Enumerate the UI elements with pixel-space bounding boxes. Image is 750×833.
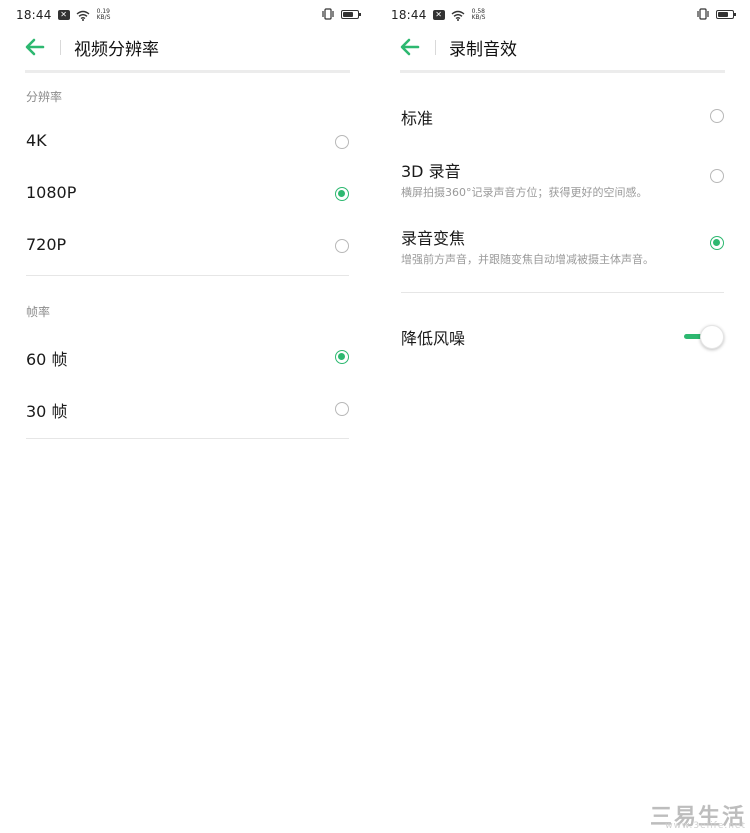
network-speed: 0.58 KB/S: [472, 9, 486, 21]
network-speed-unit: KB/S: [96, 14, 111, 21]
radio-button-selected[interactable]: [335, 350, 349, 364]
audio-option-zoom[interactable]: 录音变焦 增强前方声音，并跟随变焦自动增减被摄主体声音。: [375, 217, 750, 269]
wifi-icon: [76, 10, 90, 21]
vibrate-icon: [697, 8, 709, 20]
radio-button[interactable]: [710, 109, 724, 123]
toggle-knob: [700, 325, 724, 349]
video-resolution-screen: 18:44 ✕ 0.19 KB/S 视频分辨率 分辨率 4K 1080P 720…: [0, 0, 375, 833]
app-header: 录制音效: [375, 30, 750, 66]
audio-option-3d[interactable]: 3D 录音 横屏拍摄360°记录声音方位；获得更好的空间感。: [375, 150, 750, 202]
app-header: 视频分辨率: [0, 30, 375, 66]
option-label: 1080P: [26, 183, 77, 202]
section-divider: [26, 275, 349, 276]
radio-button[interactable]: [335, 135, 349, 149]
page-title: 录制音效: [449, 40, 517, 60]
notification-icon: ✕: [57, 10, 70, 20]
radio-button[interactable]: [710, 169, 724, 183]
resolution-option-1080p[interactable]: 1080P: [0, 168, 375, 220]
arrow-left-icon: [25, 38, 45, 56]
header-shadow: [400, 70, 725, 73]
resolution-option-4k[interactable]: 4K: [0, 116, 375, 168]
battery-icon: [341, 9, 361, 19]
page-title: 视频分辨率: [74, 40, 159, 60]
notification-icon: ✕: [432, 10, 445, 20]
wind-noise-toggle[interactable]: [682, 325, 724, 349]
network-speed-unit: KB/S: [471, 14, 486, 21]
back-button[interactable]: [399, 36, 425, 58]
header-divider: [435, 40, 436, 55]
watermark-url: www.3elife.net: [665, 821, 746, 831]
audio-effect-screen: 18:44 ✕ 0.58 KB/S 录制音效 标准 3D 录音 横屏拍摄360°…: [375, 0, 750, 833]
radio-button[interactable]: [335, 402, 349, 416]
arrow-left-icon: [400, 38, 420, 56]
option-label: 标准: [401, 109, 434, 128]
back-button[interactable]: [24, 36, 50, 58]
option-label: 60 帧: [26, 350, 68, 369]
resolution-option-720p[interactable]: 720P: [0, 220, 375, 272]
option-label: 降低风噪: [401, 329, 466, 348]
option-label: 3D 录音: [401, 162, 461, 181]
option-description: 横屏拍摄360°记录声音方位；获得更好的空间感。: [401, 186, 648, 199]
section-divider: [401, 292, 724, 293]
radio-button-selected[interactable]: [335, 187, 349, 201]
framerate-option-60[interactable]: 60 帧: [0, 331, 375, 383]
section-divider: [26, 438, 349, 439]
resolution-section-label: 分辨率: [26, 90, 63, 104]
radio-button[interactable]: [335, 239, 349, 253]
option-label: 30 帧: [26, 402, 68, 421]
status-time: 18:44: [391, 8, 427, 22]
wifi-icon: [451, 10, 465, 21]
status-bar: 18:44 ✕ 0.58 KB/S: [391, 8, 736, 26]
header-shadow: [25, 70, 350, 73]
option-label: 录音变焦: [401, 229, 466, 248]
status-time: 18:44: [16, 8, 52, 22]
status-bar: 18:44 ✕ 0.19 KB/S: [16, 8, 361, 26]
network-speed: 0.19 KB/S: [97, 9, 111, 21]
header-divider: [60, 40, 61, 55]
battery-icon: [716, 9, 736, 19]
wind-noise-setting[interactable]: 降低风噪: [375, 310, 750, 362]
watermark-logo: 三易生活 www.3elife.net: [646, 799, 746, 831]
option-label: 720P: [26, 235, 67, 254]
audio-option-standard[interactable]: 标准: [375, 90, 750, 142]
vibrate-icon: [322, 8, 334, 20]
option-label: 4K: [26, 131, 47, 150]
framerate-section-label: 帧率: [26, 305, 51, 319]
radio-button-selected[interactable]: [710, 236, 724, 250]
option-description: 增强前方声音，并跟随变焦自动增减被摄主体声音。: [401, 253, 654, 266]
framerate-option-30[interactable]: 30 帧: [0, 383, 375, 435]
